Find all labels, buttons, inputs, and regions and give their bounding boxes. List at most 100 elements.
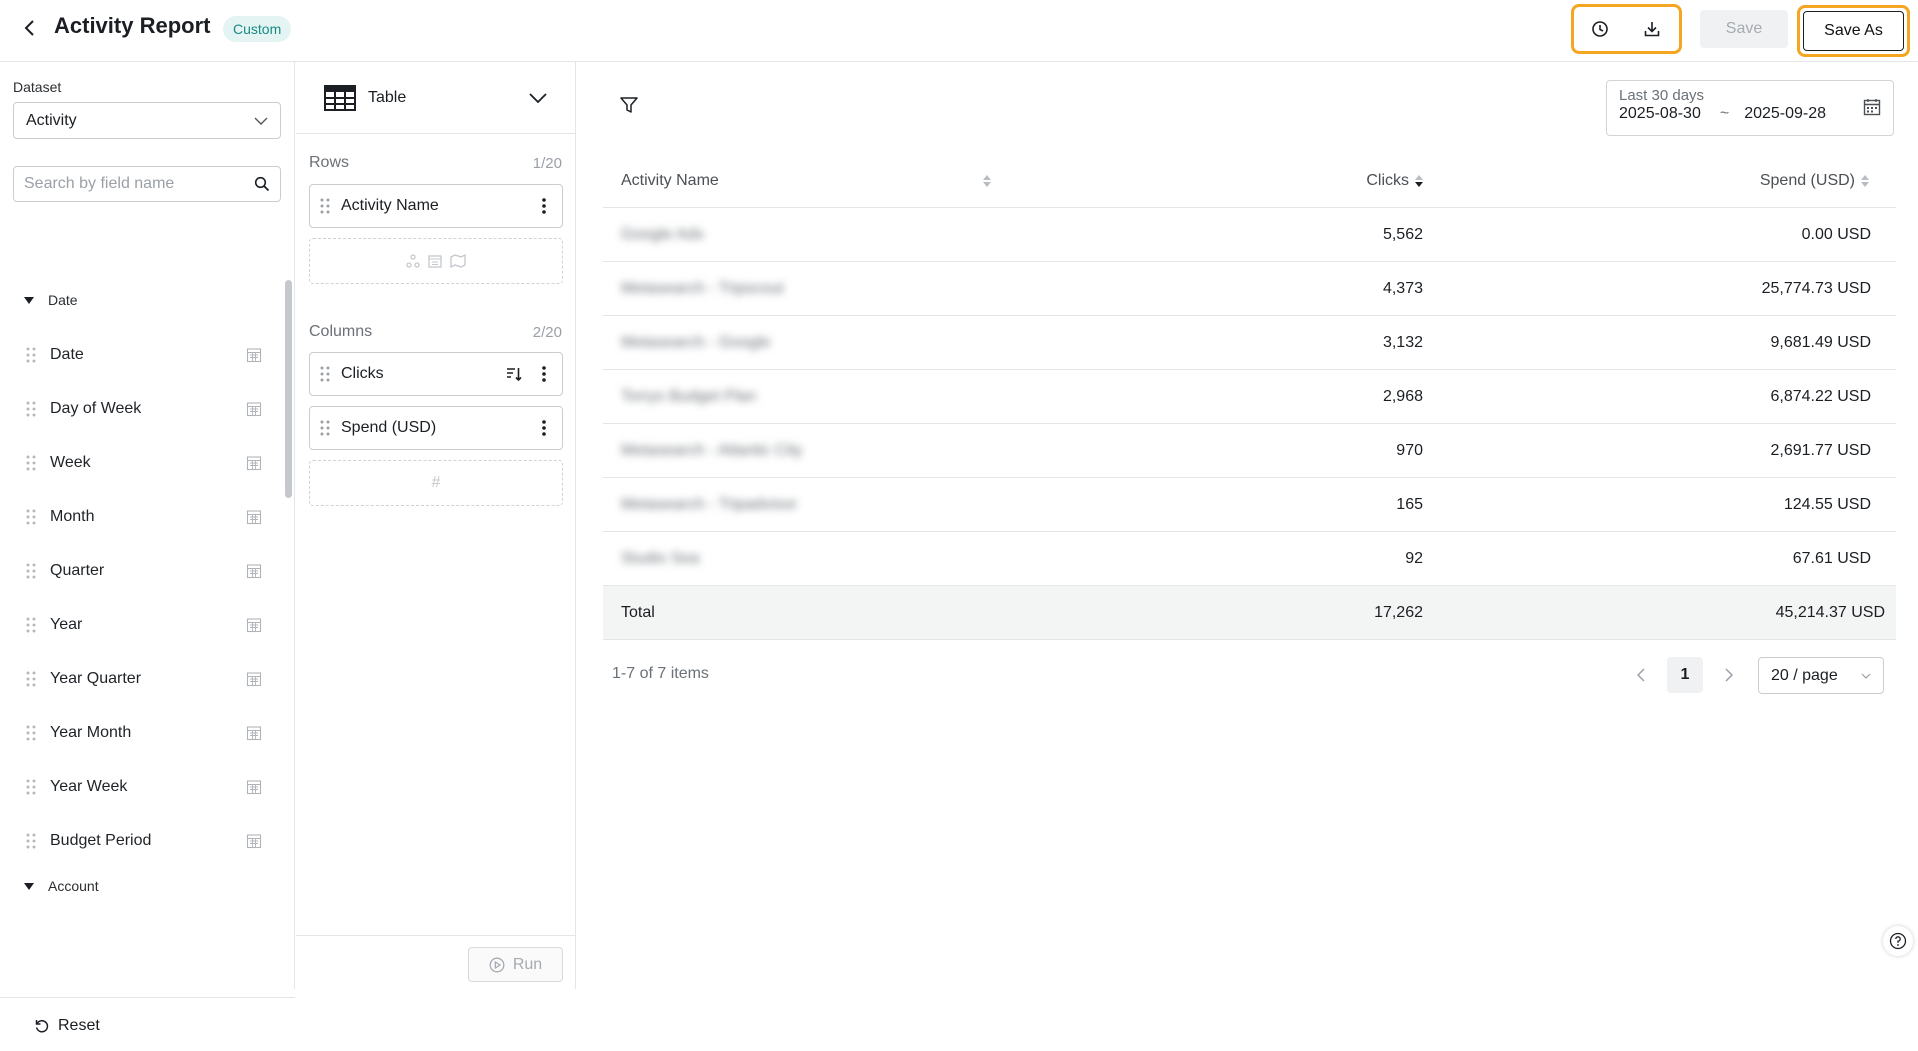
field-item[interactable]: Quarter <box>26 556 262 586</box>
table-body: Google Ads 5,562 0.00 USD Metasearch - Trip… <box>603 208 1896 586</box>
cell-activity-name: Studio Sea <box>621 549 700 567</box>
table-row[interactable]: Google Ads 5,562 0.00 USD <box>603 208 1896 262</box>
header-activity-name[interactable]: Activity Name <box>603 172 1003 190</box>
field-item[interactable]: Year Month <box>26 718 262 748</box>
drag-handle-icon <box>320 366 330 382</box>
calendar-icon <box>246 456 262 471</box>
group-toggle-account[interactable]: Account <box>24 878 99 894</box>
help-icon[interactable] <box>1883 926 1913 956</box>
dataset-label: Dataset <box>13 79 62 95</box>
column-pill-clicks[interactable]: Clicks <box>309 352 563 396</box>
table-row[interactable]: Studio Sea 92 67.61 USD <box>603 532 1896 586</box>
total-spend: 45,214.37 USD <box>1775 603 1885 621</box>
run-button[interactable]: Run <box>468 947 563 982</box>
column-pill-label: Spend (USD) <box>341 419 437 436</box>
field-item[interactable]: Year <box>26 610 262 640</box>
calendar-icon <box>246 402 262 417</box>
more-vertical-icon[interactable] <box>532 362 556 386</box>
group-toggle-date[interactable]: Date <box>24 292 78 308</box>
sort-descending-icon[interactable] <box>502 362 526 386</box>
visualization-select[interactable]: Table <box>296 62 575 134</box>
calendar-icon[interactable] <box>1863 98 1881 116</box>
field-name: Year Quarter <box>50 670 142 687</box>
field-item[interactable]: Year Quarter <box>26 664 262 694</box>
highlighted-save-as: Save As <box>1797 5 1910 57</box>
caret-down-icon <box>24 882 34 890</box>
sort-icon[interactable] <box>1861 174 1869 187</box>
sidebar-scrollbar[interactable] <box>285 280 292 498</box>
drag-handle-icon <box>320 198 330 214</box>
cell-clicks: 5,562 <box>1382 225 1423 243</box>
field-name: Week <box>50 454 91 471</box>
rows-drop-zone[interactable] <box>309 238 563 284</box>
search-input[interactable] <box>24 175 254 193</box>
date-separator: ~ <box>1719 105 1730 122</box>
cell-activity-name: Metasearch - Atlantic City <box>621 441 803 459</box>
drag-handle-icon <box>26 617 36 633</box>
save-button[interactable]: Save <box>1700 10 1788 48</box>
history-button[interactable] <box>1574 7 1626 51</box>
field-name: Budget Period <box>50 832 152 849</box>
play-circle-icon <box>489 957 505 972</box>
field-item[interactable]: Year Week <box>26 772 262 802</box>
cell-activity-name: Metasearch - Google <box>621 333 771 351</box>
table-row[interactable]: Metasearch - Tripadvisor 165 124.55 USD <box>603 478 1896 532</box>
table-row[interactable]: Torrys Budget Plan 2,968 6,874.22 USD <box>603 370 1896 424</box>
table-icon <box>324 84 356 111</box>
back-arrow-icon[interactable] <box>18 17 40 39</box>
header-clicks[interactable]: Clicks <box>1003 172 1435 190</box>
table-row[interactable]: Metasearch - Atlantic City 970 2,691.77 US… <box>603 424 1896 478</box>
date-preset: Last 30 days <box>1619 87 1705 104</box>
column-pill-label: Clicks <box>341 365 384 382</box>
total-label: Total <box>621 603 655 621</box>
sort-desc-icon[interactable] <box>1415 174 1423 187</box>
prev-page-icon[interactable] <box>1623 657 1659 693</box>
more-vertical-icon[interactable] <box>532 194 556 218</box>
drag-handle-icon <box>26 833 36 849</box>
sort-icon[interactable] <box>983 174 991 187</box>
field-item[interactable]: Budget Period <box>26 826 262 856</box>
total-clicks: 17,262 <box>1374 603 1423 621</box>
next-page-icon[interactable] <box>1711 657 1747 693</box>
highlighted-icon-group <box>1571 4 1682 54</box>
calendar-icon <box>428 255 442 268</box>
cell-clicks: 92 <box>1405 549 1423 567</box>
table-row[interactable]: Metasearch - Google 3,132 9,681.49 USD <box>603 316 1896 370</box>
download-button[interactable] <box>1626 7 1678 51</box>
drag-handle-icon <box>26 509 36 525</box>
cell-spend: 2,691.77 USD <box>1770 441 1871 459</box>
calendar-icon <box>246 672 262 687</box>
date-start[interactable]: 2025-08-30 <box>1619 105 1701 123</box>
field-search[interactable] <box>13 166 281 202</box>
page-number[interactable]: 1 <box>1667 657 1703 693</box>
page-size-select[interactable]: 20 / page <box>1758 657 1884 694</box>
field-item[interactable]: Date <box>26 340 262 370</box>
cell-spend: 0.00 USD <box>1801 225 1871 243</box>
row-pill-activity-name[interactable]: Activity Name <box>309 184 563 228</box>
field-name: Day of Week <box>50 400 142 417</box>
date-end[interactable]: 2025-09-28 <box>1744 105 1826 123</box>
field-item[interactable]: Week <box>26 448 262 478</box>
row-pill-label: Activity Name <box>341 197 439 214</box>
filter-icon[interactable] <box>619 95 641 117</box>
cell-clicks: 970 <box>1396 441 1423 459</box>
search-icon <box>254 176 270 192</box>
field-list: Date Account Date Day of Week Week Month Qua… <box>0 220 290 920</box>
map-icon <box>450 254 466 268</box>
date-range-picker[interactable]: Last 30 days 2025-08-30 ~ 2025-09-28 <box>1606 80 1894 136</box>
table-row[interactable]: Metasearch - Tripscout 4,373 25,774.73 USD <box>603 262 1896 316</box>
save-as-button[interactable]: Save As <box>1803 11 1904 51</box>
field-item[interactable]: Month <box>26 502 262 532</box>
dataset-select[interactable]: Activity <box>13 102 281 139</box>
cell-activity-name: Metasearch - Tripscout <box>621 279 784 297</box>
more-vertical-icon[interactable] <box>532 416 556 440</box>
sidebar-footer: Reset <box>0 997 295 1051</box>
column-pill-spend[interactable]: Spend (USD) <box>309 406 563 450</box>
header-spend[interactable]: Spend (USD) <box>1435 172 1873 190</box>
clock-icon <box>1592 21 1608 37</box>
chevron-down-icon <box>254 117 268 125</box>
field-item[interactable]: Day of Week <box>26 394 262 424</box>
columns-drop-zone[interactable]: # <box>309 460 563 506</box>
status-badge: Custom <box>223 16 292 42</box>
reset-button[interactable]: Reset <box>34 1017 100 1035</box>
